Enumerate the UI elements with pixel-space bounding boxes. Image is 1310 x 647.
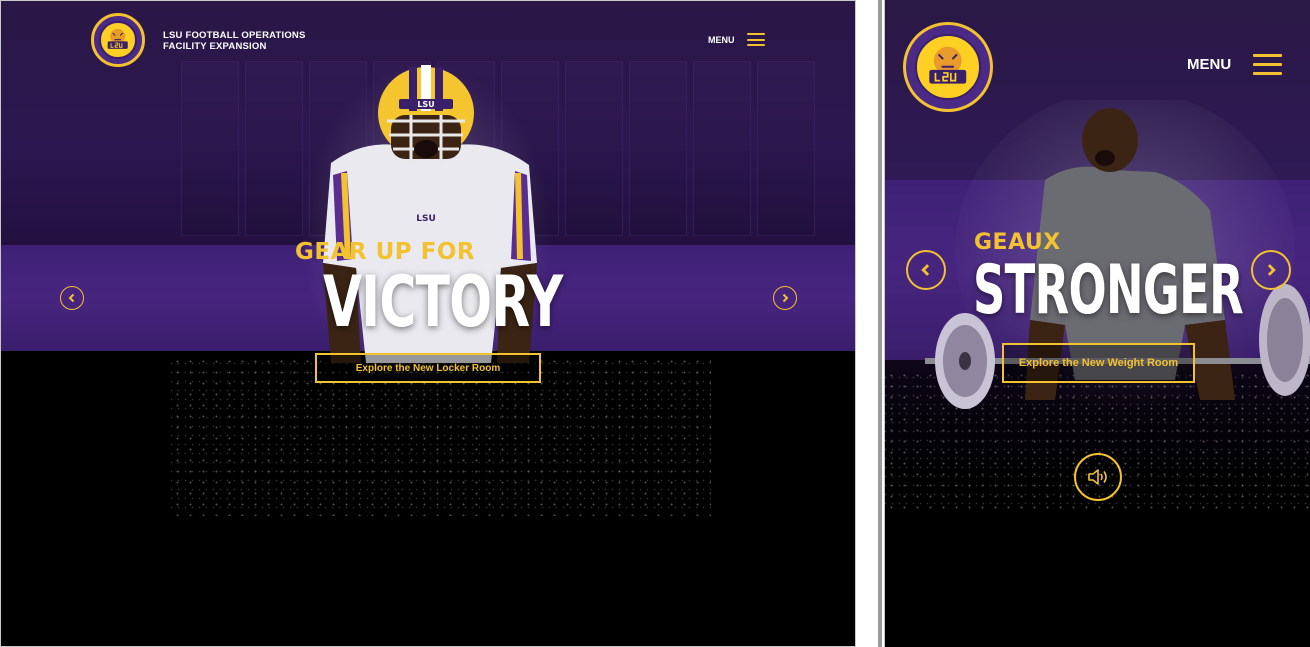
explore-weight-room-button[interactable]: Explore the New Weight Room xyxy=(1002,343,1195,383)
sound-toggle-button[interactable] xyxy=(1074,453,1122,501)
hero-headline: VICTORY xyxy=(323,261,563,343)
speaker-icon xyxy=(1088,469,1107,485)
site-title-line2: FACILITY EXPANSION xyxy=(163,41,267,52)
menu-button[interactable]: MENU xyxy=(708,33,765,46)
tiger-emblem-icon xyxy=(107,29,129,50)
svg-text:LSU: LSU xyxy=(417,100,434,109)
hamburger-icon xyxy=(746,33,765,46)
previous-slide-button[interactable] xyxy=(60,286,84,310)
mobile-view: MENU GEAUX STRONGER Explore the New Weig… xyxy=(884,0,1310,647)
previous-slide-button[interactable] xyxy=(906,250,946,290)
chevron-right-icon xyxy=(782,293,789,303)
taf-logo[interactable] xyxy=(91,13,145,67)
site-title: LSU FOOTBALL OPERATIONS FACILITY EXPANSI… xyxy=(163,30,306,52)
hamburger-icon xyxy=(1253,54,1283,75)
site-title-line1: LSU FOOTBALL OPERATIONS xyxy=(163,30,306,41)
chevron-left-icon xyxy=(921,264,930,276)
desktop-view: LSU LSU LSU FOOTBALL OPERATIONS FACILITY… xyxy=(0,0,856,647)
next-slide-button[interactable] xyxy=(773,286,797,310)
tiger-emblem-icon xyxy=(929,46,967,84)
chevron-left-icon xyxy=(68,293,75,303)
chevron-right-icon xyxy=(1267,264,1276,276)
explore-locker-room-button[interactable]: Explore the New Locker Room xyxy=(315,353,541,383)
taf-logo[interactable] xyxy=(903,22,993,112)
menu-label: MENU xyxy=(708,34,735,45)
next-slide-button[interactable] xyxy=(1251,250,1291,290)
panel-divider xyxy=(856,0,884,647)
menu-label: MENU xyxy=(1187,56,1232,73)
svg-text:LSU: LSU xyxy=(416,214,436,224)
hero-headline: STRONGER xyxy=(973,251,1244,330)
menu-button[interactable]: MENU xyxy=(1187,54,1283,75)
